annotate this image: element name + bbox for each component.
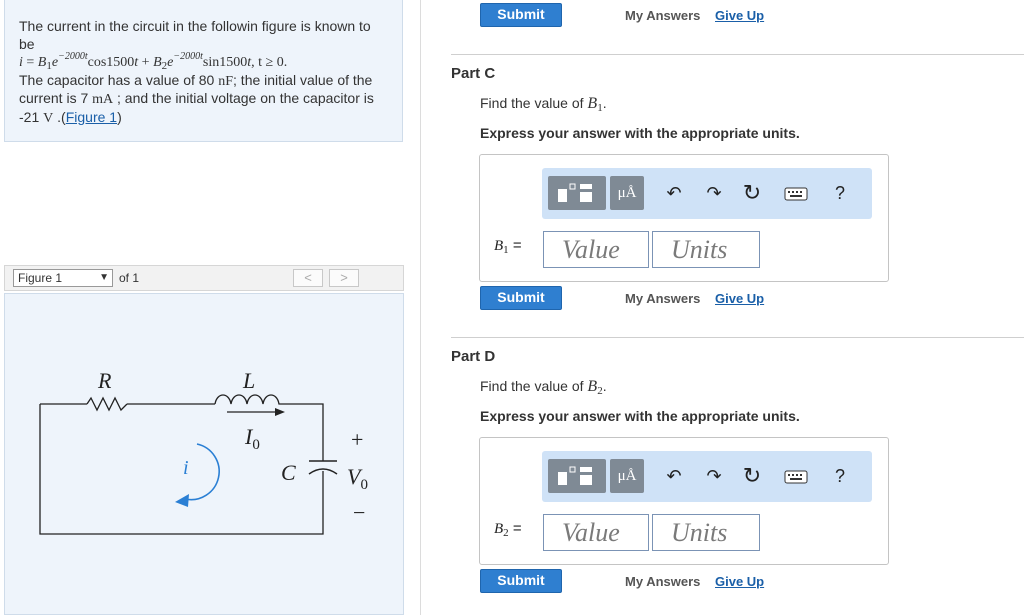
current-loop-arrowhead [175, 494, 189, 507]
part-c-title: Part C [451, 65, 496, 82]
templates-button[interactable] [548, 459, 606, 493]
reset-icon[interactable]: ↻ [740, 461, 764, 491]
initial-current-arrowhead [275, 408, 285, 416]
submit-button-part-c[interactable]: Submit [480, 286, 562, 310]
figure-panel: R L I0 i C + V0 − [4, 293, 404, 615]
circuit-diagram: R L I0 i C + V0 − [39, 368, 368, 535]
redo-icon[interactable]: ↷ [702, 178, 726, 208]
templates-icon [558, 466, 592, 485]
loop-current-label: i [183, 457, 189, 479]
give-up-part-c[interactable]: Give Up [715, 291, 764, 306]
figure-count: of 1 [119, 271, 140, 285]
submit-button-part-b[interactable]: Submit [480, 3, 562, 27]
part-d-title: Part D [451, 348, 496, 365]
current-equation: i = B1e−2000tcos1500t + B2e−2000tsin1500… [19, 51, 288, 72]
figure-1-link[interactable]: Figure 1 [66, 109, 117, 125]
part-divider [451, 54, 1024, 55]
give-up-part-b[interactable]: Give Up [715, 8, 764, 23]
units-button[interactable]: μÅ [610, 176, 644, 210]
my-answers-part-c[interactable]: My Answers [625, 291, 700, 306]
initial-voltage-label: V0 [347, 464, 368, 493]
templates-button[interactable] [548, 176, 606, 210]
submit-button-part-d[interactable]: Submit [480, 569, 562, 593]
problem-statement: The current in the circuit in the follow… [4, 0, 403, 142]
give-up-part-d[interactable]: Give Up [715, 574, 764, 589]
pane-divider [420, 0, 421, 615]
capacitor-label: C [281, 460, 296, 485]
b2-label: B2 = [494, 520, 522, 539]
problem-intro: The current in the circuit in the follow… [19, 18, 371, 52]
help-icon[interactable]: ? [828, 461, 852, 491]
plus-sign: + [351, 427, 363, 452]
b1-value-input[interactable]: Value [543, 231, 649, 268]
b1-units-input[interactable]: Units [652, 231, 760, 268]
reset-icon[interactable]: ↻ [740, 178, 764, 208]
b2-units-input[interactable]: Units [652, 514, 760, 551]
part-c-answer-box: μÅ ↶ ↷ ↻ ? B1 = Value Units [479, 154, 889, 282]
resistor-symbol [86, 396, 128, 412]
part-d-instructions: Express your answer with the appropriate… [480, 408, 800, 424]
help-icon[interactable]: ? [828, 178, 852, 208]
keyboard-icon[interactable] [782, 178, 810, 208]
part-c-toolbar: μÅ ↶ ↷ ↻ ? [542, 168, 872, 219]
templates-icon [558, 183, 592, 202]
inductor-symbol [214, 394, 287, 405]
minus-sign: − [353, 500, 365, 525]
part-c-question: Find the value of B1. [480, 95, 607, 114]
undo-icon[interactable]: ↶ [662, 461, 686, 491]
chevron-down-icon: ▼ [99, 272, 109, 283]
keyboard-icon[interactable] [782, 461, 810, 491]
units-button[interactable]: μÅ [610, 459, 644, 493]
part-divider [451, 337, 1024, 338]
current-loop-arrow [184, 443, 220, 501]
next-figure-button[interactable]: > [329, 269, 359, 287]
inductor-label: L [242, 368, 255, 393]
b1-label: B1 = [494, 237, 522, 256]
part-d-question: Find the value of B2. [480, 378, 607, 397]
part-d-answer-box: μÅ ↶ ↷ ↻ ? B2 = Value Units [479, 437, 889, 565]
my-answers-part-d[interactable]: My Answers [625, 574, 700, 589]
part-d-toolbar: μÅ ↶ ↷ ↻ ? [542, 451, 872, 502]
part-c-instructions: Express your answer with the appropriate… [480, 125, 800, 141]
left-pane: The current in the circuit in the follow… [0, 0, 420, 615]
figure-navigation-bar: Figure 1 ▼ of 1 < > [4, 265, 404, 291]
redo-icon[interactable]: ↷ [702, 461, 726, 491]
b2-value-input[interactable]: Value [543, 514, 649, 551]
figure-select[interactable]: Figure 1 ▼ [13, 269, 113, 287]
initial-current-label: I0 [244, 424, 260, 453]
resistor-label: R [97, 368, 112, 393]
my-answers-part-b[interactable]: My Answers [625, 8, 700, 23]
prev-figure-button[interactable]: < [293, 269, 323, 287]
undo-icon[interactable]: ↶ [662, 178, 686, 208]
